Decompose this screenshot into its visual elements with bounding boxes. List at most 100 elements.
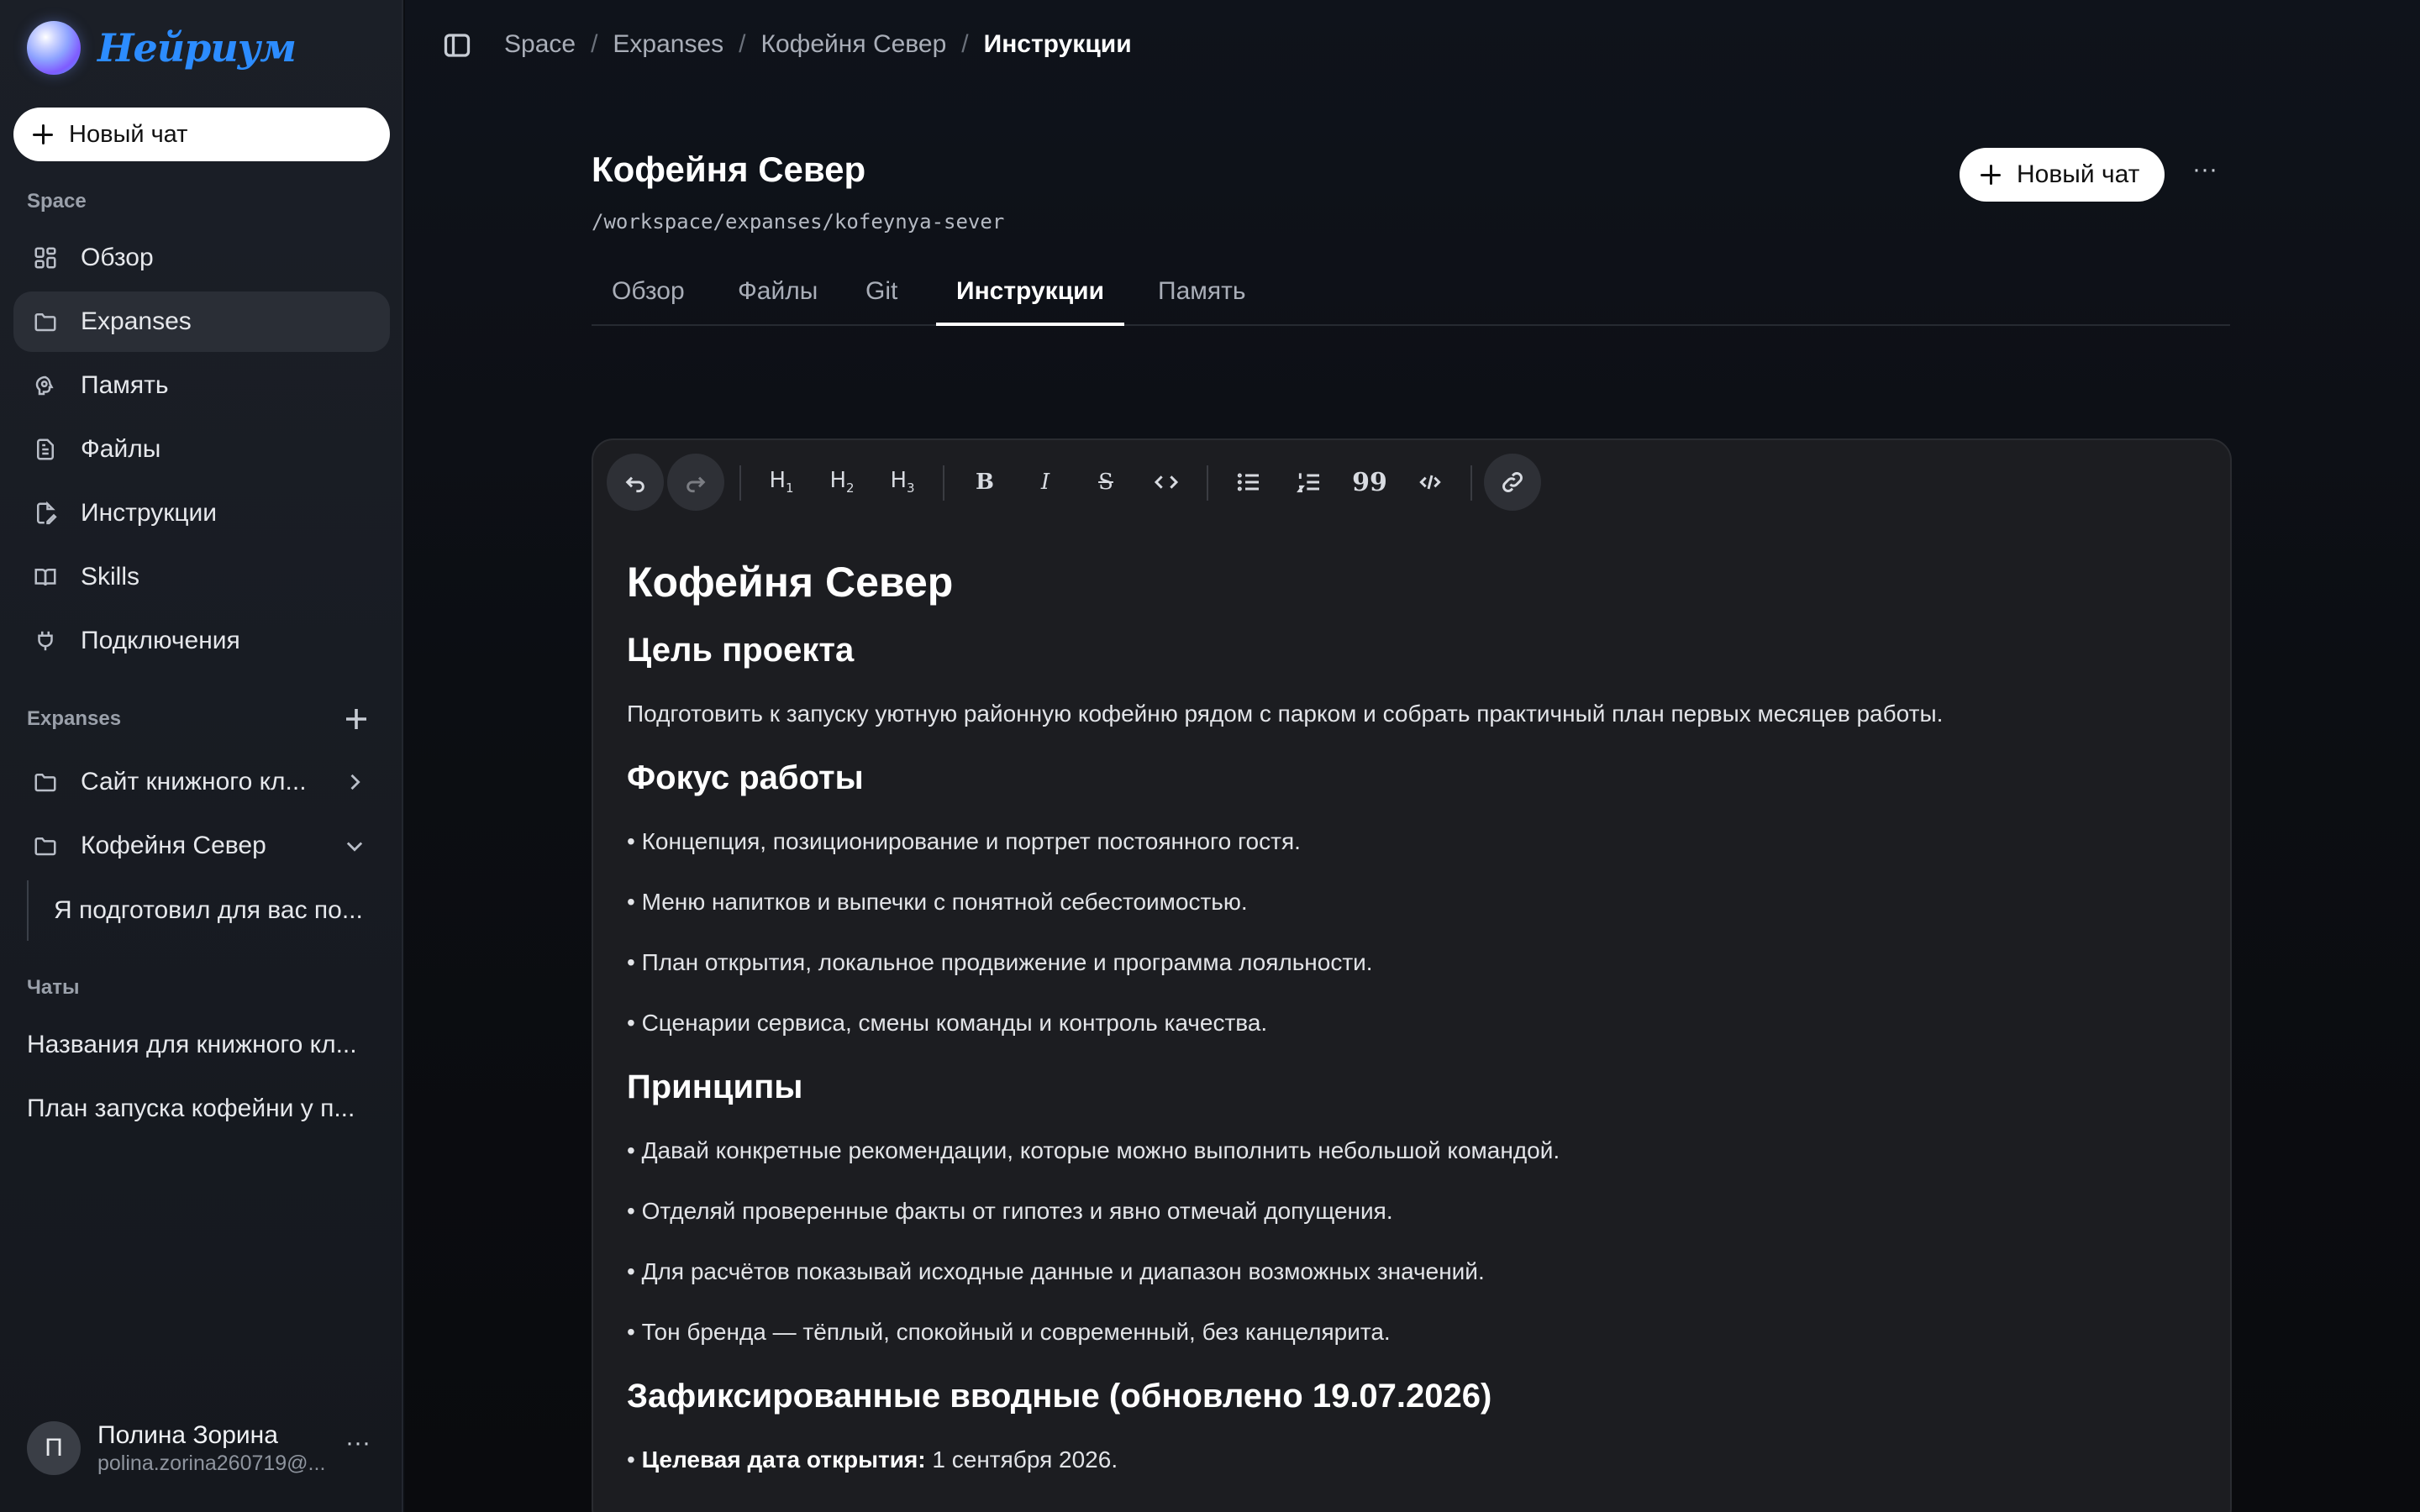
code-block-icon [1419,475,1441,490]
doc-heading-principles: Принципы [627,1068,803,1105]
link-icon [1502,472,1523,492]
toolbar-divider [1470,465,1472,501]
add-expanse-button[interactable] [341,704,371,734]
expanse-chat-item[interactable]: Я подготовил для вас по... [27,880,380,941]
ordered-list-button[interactable] [1281,454,1338,511]
breadcrumb-space[interactable]: Space [504,30,576,59]
brand[interactable]: Нейриум [27,20,297,76]
expanse-item-label: Кофейня Север [81,832,266,859]
folder-icon [32,308,59,335]
book-icon [32,564,59,591]
doc-list-item: • Концепция, позиционирование и портрет … [627,828,1301,854]
chat-item[interactable]: План запуска кофейни у п... [13,1079,390,1139]
expanse-item-label: Сайт книжного кл... [81,768,307,795]
heading-2-button[interactable]: H2 [813,454,871,511]
tab-instructions[interactable]: Инструкции [936,277,1125,326]
sidebar-item-skills[interactable]: Skills [13,547,390,607]
grid-icon [32,244,59,271]
doc-list-item: • Сценарии сервиса, смены команды и конт… [627,1010,1268,1036]
more-options-icon[interactable]: ··· [2188,157,2222,188]
tab-git[interactable]: Git [845,277,918,326]
sidebar-item-label: Обзор [81,244,154,271]
chat-item[interactable]: Названия для книжного кл... [13,1015,390,1075]
chevron-right-icon[interactable] [343,770,366,794]
tab-bar: Обзор Файлы Git Инструкции Память [592,270,2230,326]
doc-paragraph: Подготовить к запуску уютную районную ко… [627,701,1944,727]
doc-list-item: • Для расчётов показывай исходные данные… [627,1258,1485,1284]
quote-icon: 99 [1352,467,1387,497]
breadcrumb-separator: / [961,30,969,58]
sidebar-item-label: Skills [81,563,140,591]
breadcrumb-expanses[interactable]: Expanses [613,30,723,59]
section-label-chats: Чаты [27,976,80,999]
tab-memory[interactable]: Память [1138,277,1266,326]
sidebar-item-expanses[interactable]: Expanses [13,291,390,352]
breadcrumb-project[interactable]: Кофейня Север [761,30,947,59]
user-more-icon[interactable]: ··· [343,1431,373,1462]
sidebar-item-files[interactable]: Файлы [13,419,390,480]
sidebar-item-connections[interactable]: Подключения [13,611,390,671]
breadcrumb-separator: / [591,30,598,58]
page-title: Кофейня Север [592,150,866,189]
expanse-item-coffee-north[interactable]: Кофейня Север [13,816,390,876]
heading-3-button[interactable]: H3 [874,454,931,511]
code-block-button[interactable] [1402,454,1459,511]
sidebar: Нейриум Новый чат Space Обзор Expanses П… [0,0,403,1512]
blockquote-button[interactable]: 99 [1341,454,1398,511]
code-icon [1154,475,1179,489]
user-profile[interactable]: П Полина Зорина polina.zorina260719@... … [27,1418,380,1478]
plus-icon [1980,164,2002,186]
redo-button[interactable] [667,454,724,511]
app-window: Нейриум Новый чат Space Обзор Expanses П… [0,0,2420,1512]
link-button[interactable] [1484,454,1541,511]
italic-button[interactable]: I [1017,454,1074,511]
tab-overview[interactable]: Обзор [592,277,705,326]
main-content: Space / Expanses / Кофейня Север / Инстр… [405,0,2420,1512]
file-icon [32,436,59,463]
project-path: /workspace/expanses/kofeynya-sever [592,210,1005,234]
toolbar-divider [1207,465,1208,501]
undo-button[interactable] [607,454,664,511]
bullet-list-button[interactable] [1220,454,1277,511]
sidebar-toggle-icon[interactable] [442,30,472,60]
heading-1-button[interactable]: H1 [753,454,810,511]
opening-date-label: Целевая дата открытия: [641,1446,926,1473]
folder-icon [32,832,59,859]
sidebar-item-instructions[interactable]: Инструкции [13,483,390,543]
breadcrumb: Space / Expanses / Кофейня Север / Инстр… [504,30,1132,59]
doc-title: Кофейня Север [627,559,954,606]
inline-code-button[interactable] [1138,454,1195,511]
new-chat-label: Новый чат [69,120,188,148]
bullet: • [627,1446,635,1473]
sidebar-item-label: Инструкции [81,499,218,527]
plus-icon [32,123,54,145]
tab-files[interactable]: Файлы [718,277,838,326]
toolbar-divider [943,465,944,501]
sidebar-item-memory[interactable]: Память [13,355,390,416]
new-chat-button[interactable]: Новый чат [1960,148,2165,202]
new-chat-button-sidebar[interactable]: Новый чат [13,108,390,161]
sidebar-item-label: Память [81,371,169,399]
sidebar-item-label: Expanses [81,307,192,335]
file-edit-icon [32,500,59,527]
sidebar-item-overview[interactable]: Обзор [13,228,390,288]
doc-list-item: • План открытия, локальное продвижение и… [627,949,1373,975]
breadcrumb-current: Инструкции [983,30,1132,58]
brand-name: Нейриум [97,25,297,71]
ordered-list-icon [1297,473,1319,493]
strikethrough-icon: S [1098,470,1113,495]
bold-button[interactable]: B [956,454,1013,511]
redo-icon [687,476,706,493]
bold-icon: B [976,470,994,495]
strikethrough-button[interactable]: S [1077,454,1134,511]
user-email: polina.zorina260719@... [97,1451,326,1475]
h1-icon: H1 [769,468,794,496]
avatar: П [27,1421,81,1475]
h3-icon: H3 [890,468,915,496]
expanse-item-book-club[interactable]: Сайт книжного кл... [13,752,390,812]
doc-list-item: • Меню напитков и выпечки с понятной себ… [627,889,1248,915]
section-label-expanses: Expanses [27,707,122,730]
brand-orb-icon [27,21,81,75]
chevron-down-icon[interactable] [343,834,366,858]
instructions-editor[interactable]: H1 H2 H3 B I S 99 Кофейня Север Цель про… [592,438,2232,1512]
